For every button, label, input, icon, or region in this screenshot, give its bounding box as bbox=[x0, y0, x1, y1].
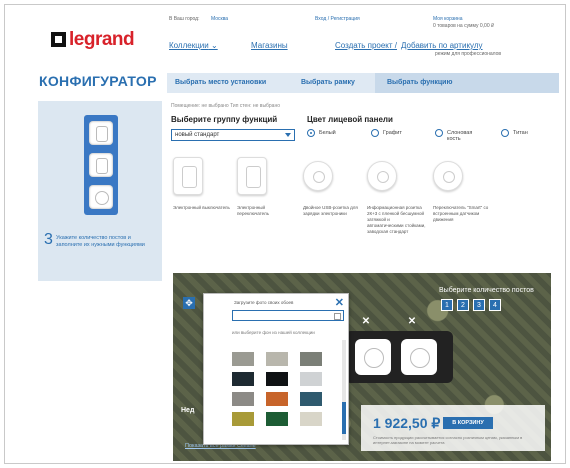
close-icon[interactable]: ✕ bbox=[335, 296, 344, 309]
wallpaper-popup: Загрузите фото своих обоев ✕ или выберит… bbox=[203, 293, 349, 445]
wallpaper-swatch[interactable] bbox=[300, 372, 322, 386]
group-select[interactable]: новый стандарт bbox=[171, 129, 295, 141]
logo-square-icon bbox=[51, 32, 66, 47]
radio-color-ivory[interactable] bbox=[435, 129, 443, 137]
switch-slot-2[interactable] bbox=[89, 153, 113, 177]
frame-preview-panel: 3 Укажите количество постов и заполните … bbox=[38, 101, 162, 281]
product-label: Двойное USB-розетка для зарядки электрон… bbox=[303, 205, 358, 216]
dropdown-arrow-icon bbox=[285, 133, 291, 137]
switch-slot-1[interactable] bbox=[89, 121, 113, 145]
step-frame[interactable]: Выбрать рамку bbox=[301, 73, 355, 93]
cart-summary: 0 товаров на сумму 0,00 ₽ bbox=[433, 23, 495, 29]
nav-shops[interactable]: Магазины bbox=[251, 41, 288, 50]
selection-note: Помещение: не выбрано Тип стен: не выбра… bbox=[171, 103, 281, 109]
add-to-cart-button[interactable]: В КОРЗИНУ bbox=[443, 417, 493, 429]
chevron-down-icon: ⌄ bbox=[210, 41, 218, 50]
qty-label: Выберите количество постов bbox=[439, 287, 534, 294]
close-icon[interactable]: ✕ bbox=[361, 317, 371, 327]
qty-option-2[interactable]: 2 bbox=[457, 299, 469, 311]
product-label: Электронный выключатель bbox=[173, 205, 230, 210]
frame-vertical-preview[interactable] bbox=[84, 115, 118, 215]
wallpaper-swatch[interactable] bbox=[266, 352, 288, 366]
product-label: Переключатель "Smart" со встроенным датч… bbox=[433, 205, 489, 222]
wallpaper-swatch[interactable] bbox=[300, 352, 322, 366]
socket-slot-3[interactable] bbox=[89, 185, 113, 209]
step-function[interactable]: Выбрать функцию bbox=[375, 73, 559, 93]
qty-option-1[interactable]: 1 bbox=[441, 299, 453, 311]
move-icon[interactable]: ✥ bbox=[183, 297, 195, 309]
nav-collections-label: Коллекции bbox=[169, 41, 209, 50]
create-project-link[interactable]: Создать проект / bbox=[335, 41, 397, 50]
product-label: Электронный переключатель bbox=[237, 205, 269, 216]
legrand-logo[interactable]: legrand bbox=[51, 29, 147, 50]
popup-or-text: или выберите фон из нашей коллекции bbox=[232, 330, 315, 335]
qty-option-4[interactable]: 4 bbox=[489, 299, 501, 311]
wallpaper-swatch[interactable] bbox=[300, 392, 322, 406]
login-link[interactable]: Вход / Регистрация bbox=[315, 16, 360, 22]
qty-option-3[interactable]: 3 bbox=[473, 299, 485, 311]
upload-input[interactable] bbox=[232, 310, 344, 321]
popup-scrollbar[interactable] bbox=[342, 340, 346, 440]
wallpaper-swatch[interactable] bbox=[266, 392, 288, 406]
plate-socket[interactable] bbox=[401, 339, 437, 375]
radio-color-white[interactable] bbox=[307, 129, 315, 137]
product-label: Информационная розетка 2К+3 с пленкой бе… bbox=[367, 205, 426, 234]
city-link[interactable]: Москва bbox=[211, 16, 228, 22]
undo-label: Нед bbox=[181, 407, 195, 414]
wallpaper-swatch[interactable] bbox=[266, 372, 288, 386]
product-electronic-toggle[interactable] bbox=[237, 157, 267, 195]
radio-color-white-label: Белый bbox=[319, 130, 336, 136]
radio-color-graphite-label: Графит bbox=[383, 130, 402, 136]
wallpaper-swatch[interactable] bbox=[232, 412, 254, 426]
wallpaper-swatch[interactable] bbox=[232, 352, 254, 366]
popup-title: Загрузите фото своих обоев bbox=[234, 300, 294, 305]
wallpaper-swatch[interactable] bbox=[266, 412, 288, 426]
step-number: 3 bbox=[44, 231, 53, 248]
group-select-value: новый стандарт bbox=[175, 132, 220, 138]
city-prefix: В Ваш город: bbox=[169, 16, 200, 22]
logo-text: legrand bbox=[69, 29, 135, 50]
step-hint: Укажите количество постов и заполните их… bbox=[56, 235, 145, 248]
product-smart-switch[interactable] bbox=[433, 161, 463, 191]
total-price: 1 922,50 ₽ bbox=[373, 415, 441, 431]
radio-color-titanium[interactable] bbox=[501, 129, 509, 137]
cart-link[interactable]: Моя корзина bbox=[433, 16, 462, 22]
color-heading: Цвет лицевой панели bbox=[307, 115, 393, 124]
product-electronic-switch[interactable] bbox=[173, 157, 203, 195]
wallpaper-swatch[interactable] bbox=[232, 372, 254, 386]
page-frame: legrand В Ваш город: Москва Вход / Регис… bbox=[4, 4, 566, 464]
steps-bar: Выбрать место установки Выбрать рамку Вы… bbox=[167, 73, 559, 93]
plate-switch[interactable] bbox=[355, 339, 391, 375]
wallpaper-swatch[interactable] bbox=[300, 412, 322, 426]
group-heading: Выберите группу функций bbox=[171, 115, 278, 124]
price-note: Стоимость продукции рассчитывается согла… bbox=[373, 435, 523, 445]
close-icon[interactable]: ✕ bbox=[407, 317, 417, 327]
product-info-socket[interactable] bbox=[367, 161, 397, 191]
price-box: 1 922,50 ₽ В КОРЗИНУ Стоимость продукции… bbox=[361, 405, 545, 451]
wallpaper-swatch[interactable] bbox=[232, 392, 254, 406]
step-location[interactable]: Выбрать место установки bbox=[175, 73, 266, 93]
sku-note: режим для профессионалов bbox=[435, 51, 502, 57]
radio-color-titanium-label: Титан bbox=[513, 130, 528, 136]
product-usb-socket[interactable] bbox=[303, 161, 333, 191]
page-title: КОНФИГУРАТОР bbox=[39, 73, 157, 89]
add-by-sku-link[interactable]: Добавить по артикулу bbox=[401, 41, 483, 50]
nav-collections[interactable]: Коллекции ⌄ bbox=[169, 41, 218, 50]
radio-color-ivory-label: Слоновая кость bbox=[447, 130, 473, 142]
frame-plate-preview bbox=[345, 331, 453, 383]
radio-color-graphite[interactable] bbox=[371, 129, 379, 137]
